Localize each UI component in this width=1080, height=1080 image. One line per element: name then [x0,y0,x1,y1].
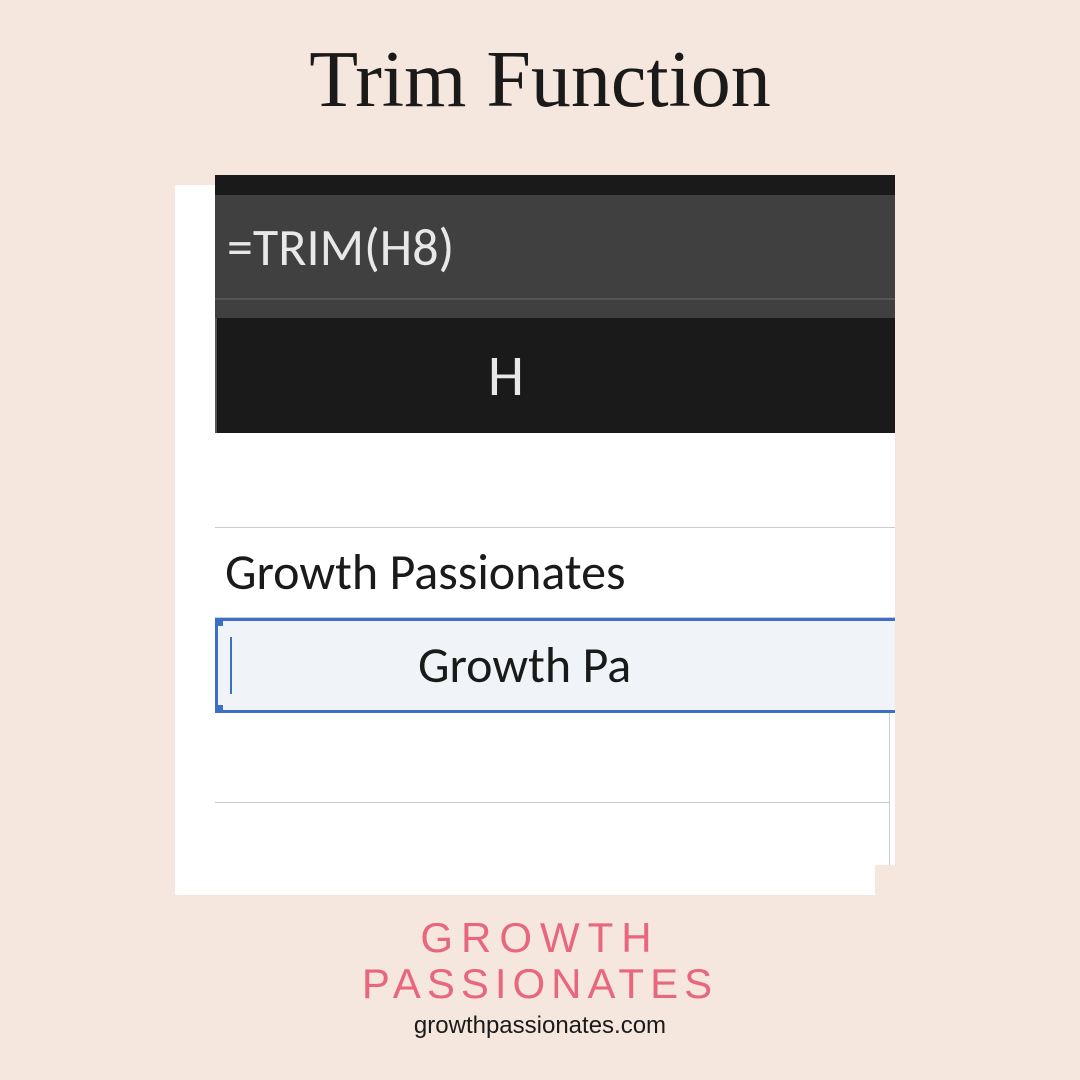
logo-line-2: PASSIONATES [0,961,1080,1007]
separator [215,300,895,318]
brand-logo: GROWTH PASSIONATES [0,915,1080,1007]
cell-selected[interactable]: Growth Pa [215,618,895,713]
column-header[interactable]: H [215,318,895,433]
logo-line-1: GROWTH [0,915,1080,961]
spreadsheet-screenshot: =TRIM(H8) H Growth Passionates Growth Pa [175,175,895,895]
toolbar-strip [215,175,895,195]
page-title: Trim Function [0,0,1080,126]
footer: GROWTH PASSIONATES growthpassionates.com [0,915,1080,1040]
selected-cell-value: Growth Pa [418,635,631,696]
cell-empty-2[interactable] [215,713,890,803]
selection-handle-icon[interactable] [215,705,223,713]
formula-bar[interactable]: =TRIM(H8) [215,195,895,300]
cell-empty-3[interactable] [215,803,890,865]
brand-url: growthpassionates.com [0,1012,1080,1040]
spreadsheet: =TRIM(H8) H Growth Passionates Growth Pa [215,175,895,865]
cell-value: Growth Passionates [225,542,626,603]
cell-h8[interactable]: Growth Passionates [215,528,895,618]
column-header-label: H [488,340,524,411]
cursor-icon [230,637,232,694]
cells-area: Growth Passionates Growth Pa [215,433,895,865]
cell-empty-1[interactable] [215,433,895,528]
selection-handle-icon[interactable] [215,618,223,626]
formula-text: =TRIM(H8) [227,215,454,279]
